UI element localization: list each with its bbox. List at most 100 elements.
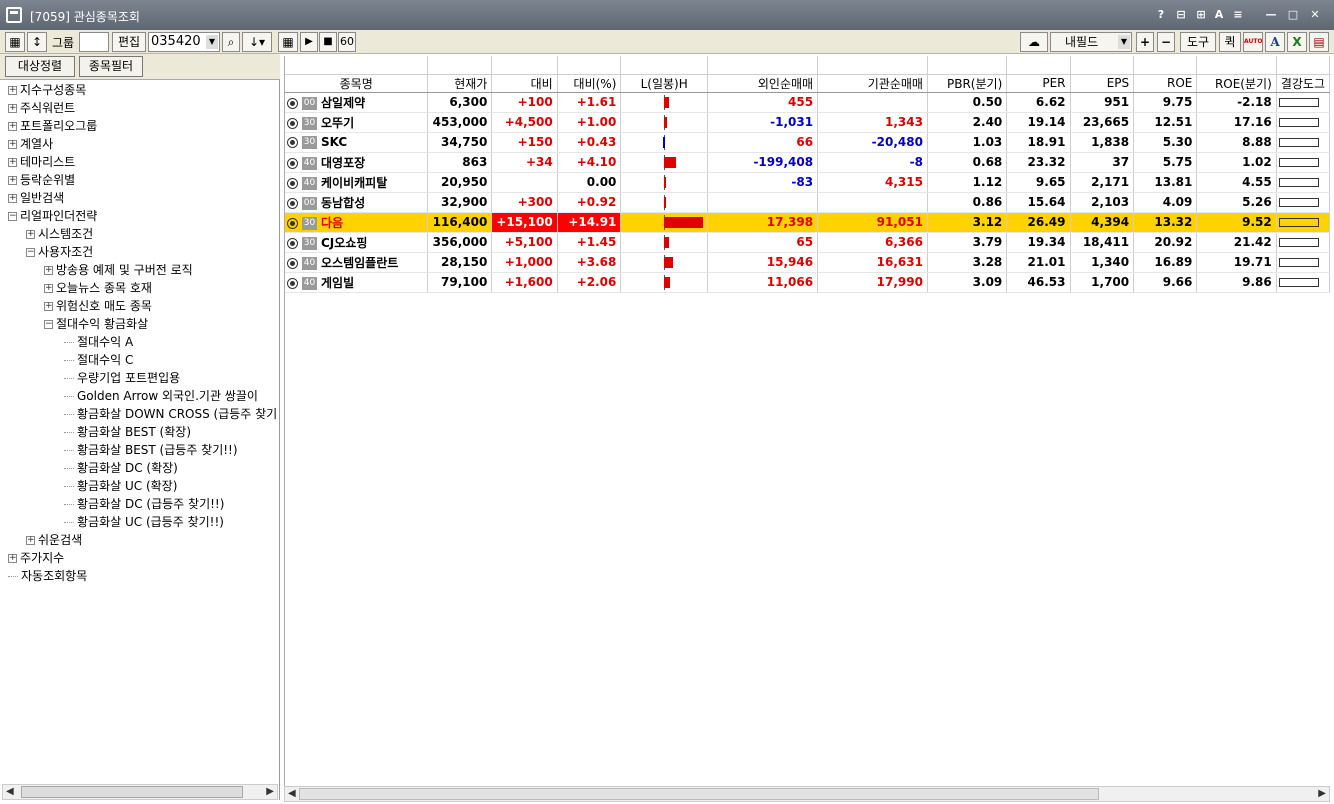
excel-icon[interactable]: X — [1287, 32, 1307, 52]
cell-name[interactable]: 00 삼일제약 — [285, 92, 429, 113]
row-radio-icon[interactable] — [287, 97, 298, 109]
row-radio-icon[interactable] — [287, 217, 298, 229]
expand-icon[interactable]: + — [8, 176, 17, 185]
add-button[interactable]: + — [1136, 32, 1154, 52]
tree-item[interactable]: − 리얼파인더전략 — [8, 207, 97, 225]
expand-icon[interactable]: + — [44, 266, 53, 275]
window-link-icon[interactable]: ⊟ — [1172, 6, 1190, 24]
chevron-down-icon[interactable]: ▼ — [1118, 35, 1130, 49]
edit-button[interactable]: 편집 — [112, 32, 146, 52]
tree-item[interactable]: 황금화살 DC (급등주 찾기!!) — [64, 495, 224, 513]
table-row[interactable]: 40 케이비캐피탈 20,950 0.00 -83 4,315 1.12 9.65 2,171 1… — [285, 172, 1330, 193]
column-header[interactable]: 대비 — [491, 74, 558, 93]
cell-name[interactable]: 30 SKC — [285, 132, 429, 153]
font-button[interactable]: A — [1265, 32, 1285, 52]
row-radio-icon[interactable] — [287, 237, 298, 249]
stock-code-input[interactable]: 035420 ▼ — [148, 32, 220, 52]
tree-item[interactable]: + 포트폴리오그룹 — [8, 117, 97, 135]
row-radio-icon[interactable] — [287, 117, 298, 129]
expand-icon[interactable]: + — [44, 302, 53, 311]
expand-icon[interactable]: + — [8, 140, 17, 149]
cell-name[interactable]: 40 대영포장 — [285, 152, 429, 173]
row-radio-icon[interactable] — [287, 257, 298, 269]
column-header[interactable]: 종목명 — [285, 74, 429, 93]
column-header[interactable]: EPS — [1070, 74, 1135, 93]
tree-item[interactable]: + 오늘뉴스 종목 호재 — [44, 279, 152, 297]
auto-button[interactable]: AUTO — [1243, 32, 1263, 52]
scroll-thumb[interactable] — [299, 788, 1099, 800]
tree-item[interactable]: + 쉬운검색 — [26, 531, 82, 549]
cell-name[interactable]: 30 CJ오쇼핑 — [285, 232, 429, 253]
scroll-right-icon[interactable]: ▶ — [1318, 788, 1326, 799]
chevron-down-icon[interactable]: ▼ — [206, 35, 218, 49]
tools-button[interactable]: 도구 — [1180, 32, 1216, 52]
tree-item[interactable]: + 위험신호 매도 종목 — [44, 297, 152, 315]
column-header[interactable]: 대비(%) — [557, 74, 622, 93]
tree-item[interactable]: + 등락순위별 — [8, 171, 75, 189]
tree-item[interactable]: 황금화살 DC (확장) — [64, 459, 178, 477]
table-row[interactable]: 40 대영포장 863 +34 +4.10 -199,408 -8 0.68 23.32 37 5.… — [285, 152, 1330, 173]
tree-item[interactable]: + 일반검색 — [8, 189, 64, 207]
sort-menu-icon[interactable]: ↓▾ — [242, 32, 272, 52]
close-icon[interactable]: ✕ — [1306, 6, 1324, 24]
tree-item[interactable]: 자동조회항목 — [8, 567, 87, 585]
stock-filter-button[interactable]: 종목필터 — [79, 56, 143, 77]
tree-item[interactable]: 황금화살 BEST (급등주 찾기!!) — [64, 441, 238, 459]
column-header[interactable]: L(일봉)H — [620, 74, 708, 93]
sort-icon[interactable]: ↕ — [27, 32, 47, 52]
tree-item[interactable]: + 지수구성종목 — [8, 81, 86, 99]
expand-icon[interactable]: + — [26, 230, 35, 239]
grid-horizontal-scrollbar[interactable]: ◀ ▶ — [284, 786, 1330, 802]
tree-item[interactable]: + 방송용 예제 및 구버전 로직 — [44, 261, 193, 279]
cell-name[interactable]: 30 다음 — [285, 212, 429, 233]
row-radio-icon[interactable] — [287, 177, 298, 189]
help-icon[interactable]: ? — [1154, 6, 1168, 24]
expand-icon[interactable]: + — [8, 554, 17, 563]
play-button[interactable]: ▶ — [300, 32, 318, 52]
column-header[interactable]: 기관순매매 — [817, 74, 928, 93]
tree-item[interactable]: + 계열사 — [8, 135, 53, 153]
maximize-icon[interactable]: □ — [1284, 6, 1302, 24]
font-size-icon[interactable]: A — [1212, 6, 1226, 24]
settings-icon[interactable]: ≡ — [1230, 6, 1246, 24]
cell-name[interactable]: 40 오스템임플란트 — [285, 252, 429, 273]
row-radio-icon[interactable] — [287, 197, 298, 209]
table-row[interactable]: 40 게임빌 79,100 +1,600 +2.06 11,066 17,990 3.09 46… — [285, 272, 1330, 293]
tree-item[interactable]: 절대수익 C — [64, 351, 133, 369]
expand-icon[interactable]: + — [44, 284, 53, 293]
tree-item[interactable]: 황금화살 DOWN CROSS (급등주 찾기 — [64, 405, 277, 423]
scroll-thumb[interactable] — [21, 786, 243, 798]
collapse-icon[interactable]: − — [8, 212, 17, 221]
tree-item[interactable]: 황금화살 BEST (확장) — [64, 423, 191, 441]
table-row[interactable]: 30 SKC 34,750 +150 +0.43 66 -20,480 1.03 18.91 1,… — [285, 132, 1330, 153]
tree-item[interactable]: 황금화살 UC (급등주 찾기!!) — [64, 513, 224, 531]
column-header[interactable]: PER — [1006, 74, 1071, 93]
remove-button[interactable]: − — [1157, 32, 1175, 52]
tree-item[interactable]: 절대수익 A — [64, 333, 133, 351]
table-row[interactable]: 30 오뚜기 453,000 +4,500 +1.00 -1,031 1,343 2.40 19… — [285, 112, 1330, 133]
row-radio-icon[interactable] — [287, 157, 298, 169]
collapse-icon[interactable]: − — [44, 320, 53, 329]
collapse-icon[interactable]: − — [26, 248, 35, 257]
screen-save-icon[interactable]: ⊞ — [1192, 6, 1210, 24]
quick-button[interactable]: 퀵 — [1219, 32, 1241, 52]
column-header[interactable]: 현재가 — [427, 74, 493, 93]
row-radio-icon[interactable] — [287, 137, 298, 148]
grid-icon[interactable]: ▦ — [278, 32, 298, 52]
search-icon[interactable]: ⌕ — [222, 32, 240, 52]
table-row[interactable]: 30 다음 116,400 +15,100 +14.91 17,398 91,051 3.12… — [285, 212, 1330, 233]
tree-item[interactable]: + 테마리스트 — [8, 153, 75, 171]
tree-item[interactable]: − 절대수익 황금화살 — [44, 315, 148, 333]
column-header[interactable]: ROE(분기) — [1196, 74, 1277, 93]
scroll-left-icon[interactable]: ◀ — [6, 786, 14, 797]
left-horizontal-scrollbar[interactable]: ◀ ▶ — [2, 784, 278, 800]
stop-button[interactable]: ■ — [319, 32, 337, 52]
column-header[interactable]: 외인순매매 — [707, 74, 819, 93]
expand-icon[interactable]: + — [8, 194, 17, 203]
interval-button[interactable]: 60 — [338, 32, 356, 52]
cell-name[interactable]: 30 오뚜기 — [285, 112, 429, 133]
group-input[interactable] — [79, 32, 109, 52]
cloud-icon[interactable]: ☁ — [1020, 32, 1048, 52]
expand-icon[interactable]: + — [8, 104, 17, 113]
cell-name[interactable]: 40 케이비캐피탈 — [285, 172, 429, 193]
